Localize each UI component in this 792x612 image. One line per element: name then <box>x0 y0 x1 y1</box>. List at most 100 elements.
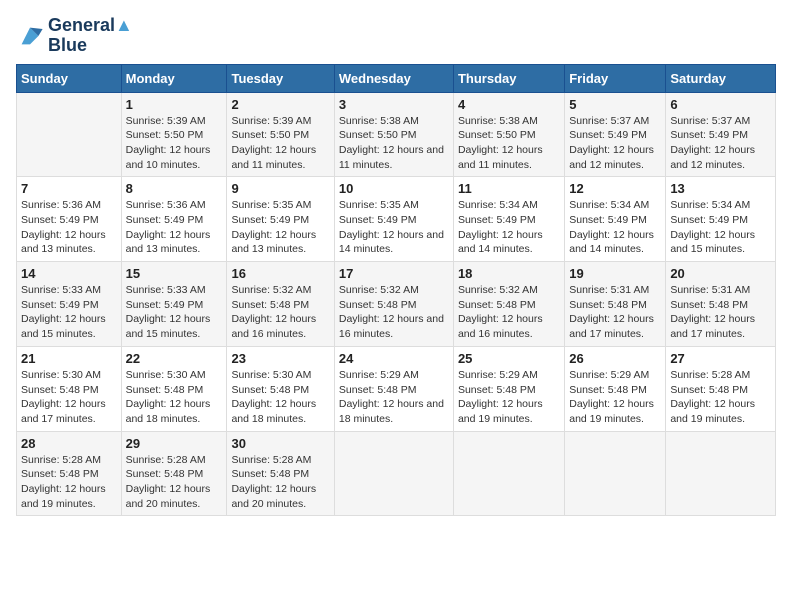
calendar-cell: 22 Sunrise: 5:30 AM Sunset: 5:48 PM Dayl… <box>121 346 227 431</box>
calendar-cell: 24 Sunrise: 5:29 AM Sunset: 5:48 PM Dayl… <box>334 346 453 431</box>
calendar-week-row: 14 Sunrise: 5:33 AM Sunset: 5:49 PM Dayl… <box>17 262 776 347</box>
day-number: 19 <box>569 266 661 281</box>
calendar-cell: 21 Sunrise: 5:30 AM Sunset: 5:48 PM Dayl… <box>17 346 122 431</box>
day-number: 12 <box>569 181 661 196</box>
day-detail: Sunrise: 5:34 AM Sunset: 5:49 PM Dayligh… <box>569 198 661 257</box>
calendar-cell: 30 Sunrise: 5:28 AM Sunset: 5:48 PM Dayl… <box>227 431 334 516</box>
day-detail: Sunrise: 5:32 AM Sunset: 5:48 PM Dayligh… <box>231 283 329 342</box>
day-number: 5 <box>569 97 661 112</box>
day-detail: Sunrise: 5:38 AM Sunset: 5:50 PM Dayligh… <box>458 114 560 173</box>
calendar-cell <box>334 431 453 516</box>
calendar-cell: 23 Sunrise: 5:30 AM Sunset: 5:48 PM Dayl… <box>227 346 334 431</box>
calendar-week-row: 7 Sunrise: 5:36 AM Sunset: 5:49 PM Dayli… <box>17 177 776 262</box>
header: General▲ Blue <box>16 16 776 56</box>
calendar-cell: 4 Sunrise: 5:38 AM Sunset: 5:50 PM Dayli… <box>453 92 564 177</box>
calendar-cell: 14 Sunrise: 5:33 AM Sunset: 5:49 PM Dayl… <box>17 262 122 347</box>
day-detail: Sunrise: 5:33 AM Sunset: 5:49 PM Dayligh… <box>126 283 223 342</box>
day-number: 1 <box>126 97 223 112</box>
logo: General▲ Blue <box>16 16 133 56</box>
day-detail: Sunrise: 5:28 AM Sunset: 5:48 PM Dayligh… <box>126 453 223 512</box>
calendar-body: 1 Sunrise: 5:39 AM Sunset: 5:50 PM Dayli… <box>17 92 776 516</box>
day-detail: Sunrise: 5:32 AM Sunset: 5:48 PM Dayligh… <box>458 283 560 342</box>
day-detail: Sunrise: 5:28 AM Sunset: 5:48 PM Dayligh… <box>231 453 329 512</box>
calendar-cell: 18 Sunrise: 5:32 AM Sunset: 5:48 PM Dayl… <box>453 262 564 347</box>
day-detail: Sunrise: 5:31 AM Sunset: 5:48 PM Dayligh… <box>569 283 661 342</box>
calendar-cell: 12 Sunrise: 5:34 AM Sunset: 5:49 PM Dayl… <box>565 177 666 262</box>
day-detail: Sunrise: 5:29 AM Sunset: 5:48 PM Dayligh… <box>569 368 661 427</box>
day-number: 25 <box>458 351 560 366</box>
day-number: 17 <box>339 266 449 281</box>
day-number: 22 <box>126 351 223 366</box>
calendar-cell: 19 Sunrise: 5:31 AM Sunset: 5:48 PM Dayl… <box>565 262 666 347</box>
calendar-week-row: 28 Sunrise: 5:28 AM Sunset: 5:48 PM Dayl… <box>17 431 776 516</box>
calendar-cell <box>666 431 776 516</box>
day-number: 7 <box>21 181 117 196</box>
weekday-header: Tuesday <box>227 64 334 92</box>
calendar-cell: 17 Sunrise: 5:32 AM Sunset: 5:48 PM Dayl… <box>334 262 453 347</box>
calendar-cell: 7 Sunrise: 5:36 AM Sunset: 5:49 PM Dayli… <box>17 177 122 262</box>
day-number: 6 <box>670 97 771 112</box>
day-detail: Sunrise: 5:39 AM Sunset: 5:50 PM Dayligh… <box>126 114 223 173</box>
day-number: 20 <box>670 266 771 281</box>
day-detail: Sunrise: 5:28 AM Sunset: 5:48 PM Dayligh… <box>21 453 117 512</box>
logo-text: General▲ Blue <box>48 16 133 56</box>
logo-icon <box>16 22 44 50</box>
day-detail: Sunrise: 5:37 AM Sunset: 5:49 PM Dayligh… <box>670 114 771 173</box>
calendar-cell: 29 Sunrise: 5:28 AM Sunset: 5:48 PM Dayl… <box>121 431 227 516</box>
calendar-cell: 9 Sunrise: 5:35 AM Sunset: 5:49 PM Dayli… <box>227 177 334 262</box>
weekday-header: Wednesday <box>334 64 453 92</box>
weekday-header: Saturday <box>666 64 776 92</box>
day-number: 15 <box>126 266 223 281</box>
day-number: 23 <box>231 351 329 366</box>
calendar-cell: 16 Sunrise: 5:32 AM Sunset: 5:48 PM Dayl… <box>227 262 334 347</box>
day-detail: Sunrise: 5:29 AM Sunset: 5:48 PM Dayligh… <box>458 368 560 427</box>
day-detail: Sunrise: 5:39 AM Sunset: 5:50 PM Dayligh… <box>231 114 329 173</box>
calendar-week-row: 1 Sunrise: 5:39 AM Sunset: 5:50 PM Dayli… <box>17 92 776 177</box>
calendar-table: SundayMondayTuesdayWednesdayThursdayFrid… <box>16 64 776 517</box>
calendar-cell: 27 Sunrise: 5:28 AM Sunset: 5:48 PM Dayl… <box>666 346 776 431</box>
day-number: 8 <box>126 181 223 196</box>
day-number: 26 <box>569 351 661 366</box>
day-number: 2 <box>231 97 329 112</box>
calendar-header: SundayMondayTuesdayWednesdayThursdayFrid… <box>17 64 776 92</box>
calendar-cell: 8 Sunrise: 5:36 AM Sunset: 5:49 PM Dayli… <box>121 177 227 262</box>
day-detail: Sunrise: 5:31 AM Sunset: 5:48 PM Dayligh… <box>670 283 771 342</box>
day-detail: Sunrise: 5:30 AM Sunset: 5:48 PM Dayligh… <box>231 368 329 427</box>
calendar-cell: 15 Sunrise: 5:33 AM Sunset: 5:49 PM Dayl… <box>121 262 227 347</box>
weekday-header: Monday <box>121 64 227 92</box>
weekday-header: Sunday <box>17 64 122 92</box>
calendar-cell: 2 Sunrise: 5:39 AM Sunset: 5:50 PM Dayli… <box>227 92 334 177</box>
weekday-header: Thursday <box>453 64 564 92</box>
day-number: 16 <box>231 266 329 281</box>
calendar-cell <box>453 431 564 516</box>
day-number: 14 <box>21 266 117 281</box>
day-number: 24 <box>339 351 449 366</box>
weekday-header: Friday <box>565 64 666 92</box>
day-detail: Sunrise: 5:36 AM Sunset: 5:49 PM Dayligh… <box>126 198 223 257</box>
day-detail: Sunrise: 5:35 AM Sunset: 5:49 PM Dayligh… <box>339 198 449 257</box>
day-detail: Sunrise: 5:35 AM Sunset: 5:49 PM Dayligh… <box>231 198 329 257</box>
calendar-cell: 13 Sunrise: 5:34 AM Sunset: 5:49 PM Dayl… <box>666 177 776 262</box>
day-detail: Sunrise: 5:34 AM Sunset: 5:49 PM Dayligh… <box>670 198 771 257</box>
day-detail: Sunrise: 5:30 AM Sunset: 5:48 PM Dayligh… <box>21 368 117 427</box>
calendar-cell: 11 Sunrise: 5:34 AM Sunset: 5:49 PM Dayl… <box>453 177 564 262</box>
day-detail: Sunrise: 5:29 AM Sunset: 5:48 PM Dayligh… <box>339 368 449 427</box>
day-number: 30 <box>231 436 329 451</box>
day-number: 18 <box>458 266 560 281</box>
calendar-cell: 5 Sunrise: 5:37 AM Sunset: 5:49 PM Dayli… <box>565 92 666 177</box>
day-number: 28 <box>21 436 117 451</box>
calendar-cell: 25 Sunrise: 5:29 AM Sunset: 5:48 PM Dayl… <box>453 346 564 431</box>
calendar-cell: 6 Sunrise: 5:37 AM Sunset: 5:49 PM Dayli… <box>666 92 776 177</box>
calendar-cell: 10 Sunrise: 5:35 AM Sunset: 5:49 PM Dayl… <box>334 177 453 262</box>
day-detail: Sunrise: 5:32 AM Sunset: 5:48 PM Dayligh… <box>339 283 449 342</box>
calendar-cell: 1 Sunrise: 5:39 AM Sunset: 5:50 PM Dayli… <box>121 92 227 177</box>
day-number: 13 <box>670 181 771 196</box>
day-number: 3 <box>339 97 449 112</box>
day-number: 11 <box>458 181 560 196</box>
day-detail: Sunrise: 5:33 AM Sunset: 5:49 PM Dayligh… <box>21 283 117 342</box>
calendar-cell: 28 Sunrise: 5:28 AM Sunset: 5:48 PM Dayl… <box>17 431 122 516</box>
calendar-cell: 20 Sunrise: 5:31 AM Sunset: 5:48 PM Dayl… <box>666 262 776 347</box>
day-detail: Sunrise: 5:36 AM Sunset: 5:49 PM Dayligh… <box>21 198 117 257</box>
day-number: 27 <box>670 351 771 366</box>
day-number: 21 <box>21 351 117 366</box>
